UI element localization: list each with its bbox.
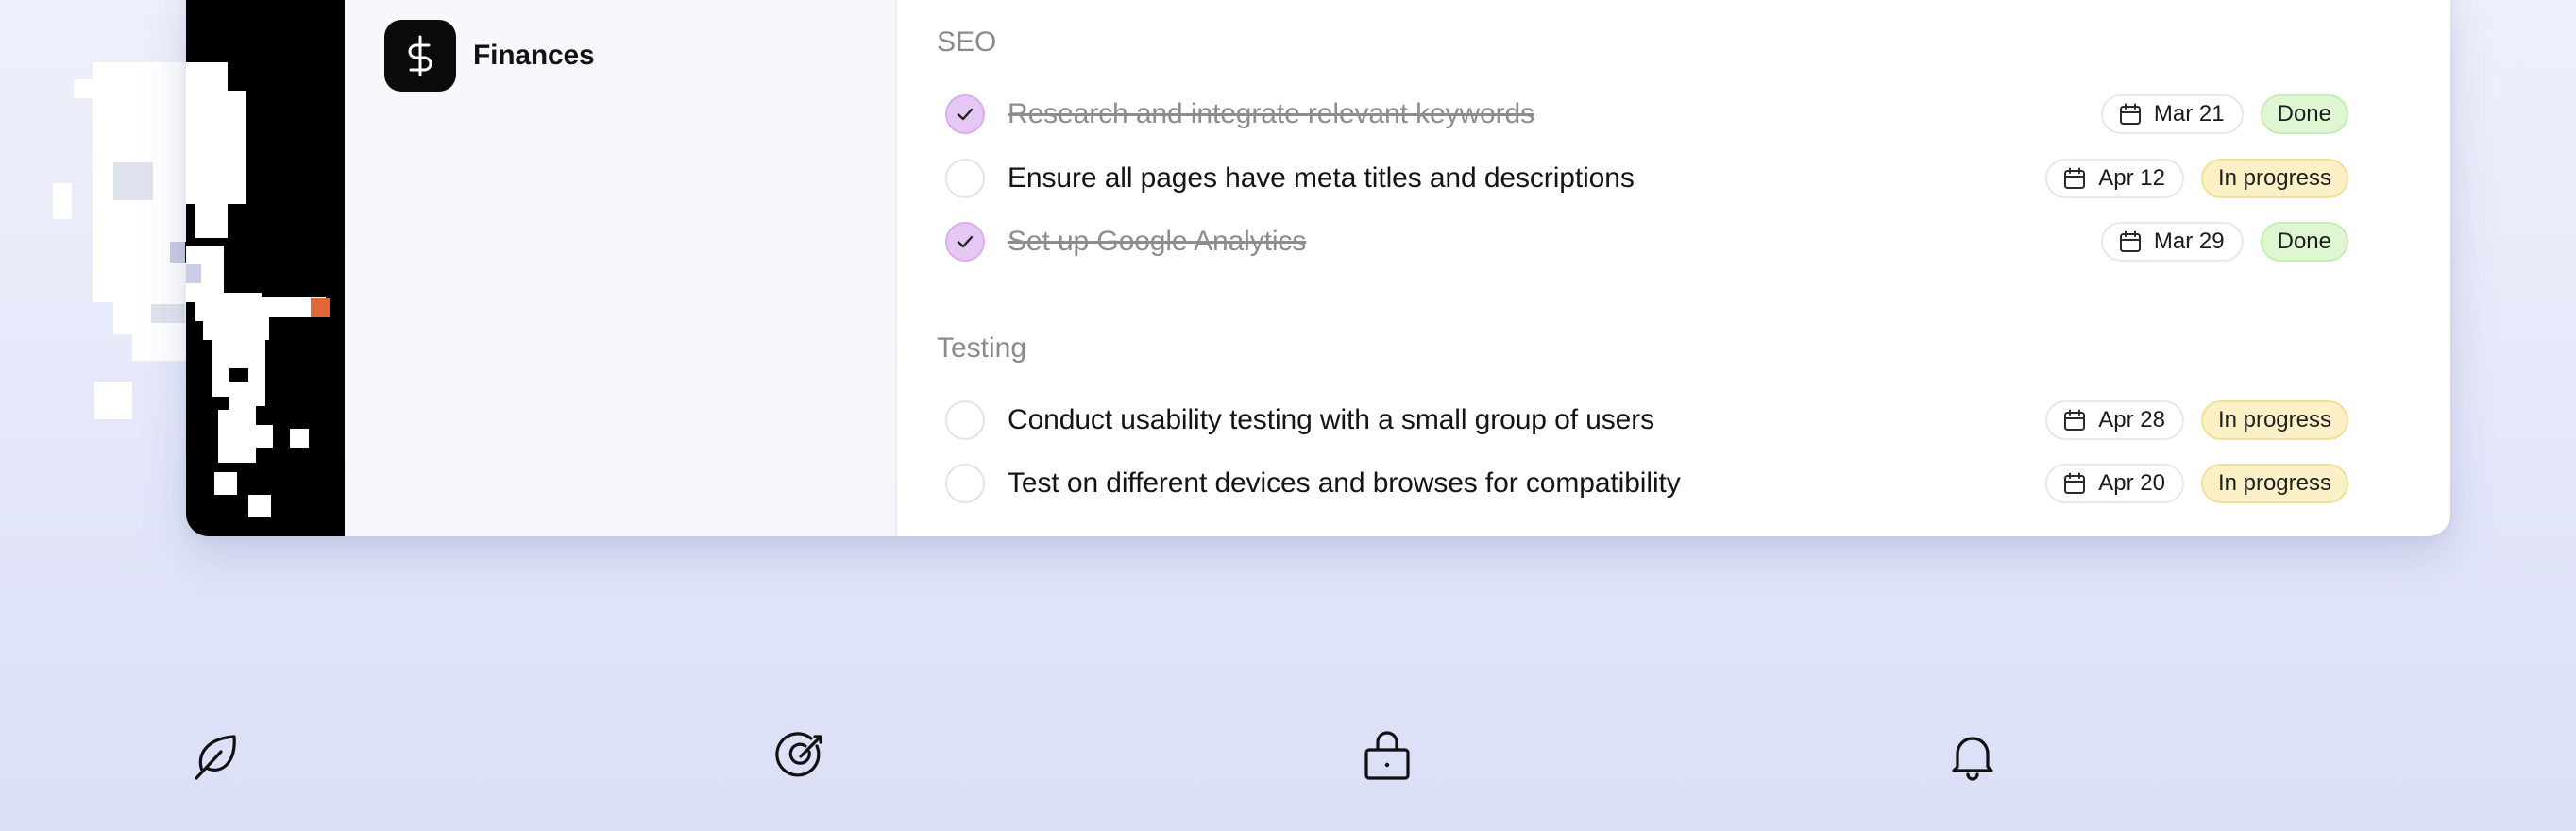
section-title: Testing — [937, 332, 1027, 364]
task-title[interactable]: Set up Google Analytics — [1008, 226, 2101, 258]
task-checkbox[interactable] — [945, 222, 985, 262]
app-window: Finances SEO Research and integrate rele… — [186, 0, 2450, 536]
status-badge[interactable]: In progress — [2200, 159, 2348, 198]
calendar-icon — [2064, 472, 2086, 494]
target-icon — [775, 732, 822, 777]
status-badge[interactable]: In progress — [2200, 400, 2348, 440]
task-checkbox[interactable] — [945, 464, 985, 503]
due-date-pill[interactable]: Mar 29 — [2100, 222, 2244, 262]
status-badge[interactable]: Done — [2260, 222, 2348, 262]
due-date-text: Apr 12 — [2098, 165, 2165, 191]
task-checkbox[interactable] — [945, 400, 985, 440]
task-row: Test on different devices and browses fo… — [945, 460, 2348, 507]
due-date-pill[interactable]: Apr 12 — [2045, 159, 2184, 198]
sidebar-item-label: Finances — [473, 40, 595, 71]
task-title[interactable]: Research and integrate relevant keywords — [1008, 98, 2101, 130]
status-badge[interactable]: Done — [2260, 94, 2348, 134]
task-row: Conduct usability testing with a small g… — [945, 397, 2348, 444]
task-title[interactable]: Ensure all pages have meta titles and de… — [1008, 162, 2045, 195]
status-badge[interactable]: In progress — [2200, 464, 2348, 503]
lock-icon — [1364, 731, 1410, 780]
bell-icon — [1952, 737, 1993, 781]
task-checkbox[interactable] — [945, 94, 985, 134]
section-title: SEO — [937, 26, 997, 58]
dollar-icon — [384, 20, 456, 92]
due-date-pill[interactable]: Apr 20 — [2045, 464, 2184, 503]
task-row: Set up Google Analytics Mar 29 Done — [945, 218, 2348, 265]
calendar-icon — [2064, 409, 2086, 431]
due-date-text: Mar 21 — [2153, 101, 2225, 127]
task-checkbox[interactable] — [945, 159, 985, 198]
task-title[interactable]: Conduct usability testing with a small g… — [1008, 404, 2045, 436]
project-sidebar: Finances — [345, 0, 897, 536]
sidebar-item-finances[interactable]: Finances — [384, 20, 595, 92]
due-date-text: Apr 20 — [2098, 470, 2165, 496]
calendar-icon — [2064, 167, 2086, 189]
task-list-panel: SEO Research and integrate relevant keyw… — [897, 0, 2450, 536]
due-date-pill[interactable]: Mar 21 — [2100, 94, 2244, 134]
task-row: Research and integrate relevant keywords… — [945, 91, 2348, 138]
check-icon — [957, 108, 974, 121]
check-icon — [957, 235, 974, 248]
calendar-icon — [2119, 103, 2141, 125]
calendar-icon — [2119, 230, 2141, 252]
task-title[interactable]: Test on different devices and browses fo… — [1008, 467, 2045, 500]
dark-sidebar-strip — [186, 0, 345, 536]
leaf-icon — [195, 735, 236, 780]
due-date-text: Mar 29 — [2153, 229, 2225, 254]
task-row: Ensure all pages have meta titles and de… — [945, 155, 2348, 202]
due-date-pill[interactable]: Apr 28 — [2045, 400, 2184, 440]
feature-icons-row — [0, 727, 2576, 788]
due-date-text: Apr 28 — [2098, 407, 2165, 432]
pixel-face-art — [186, 62, 330, 517]
